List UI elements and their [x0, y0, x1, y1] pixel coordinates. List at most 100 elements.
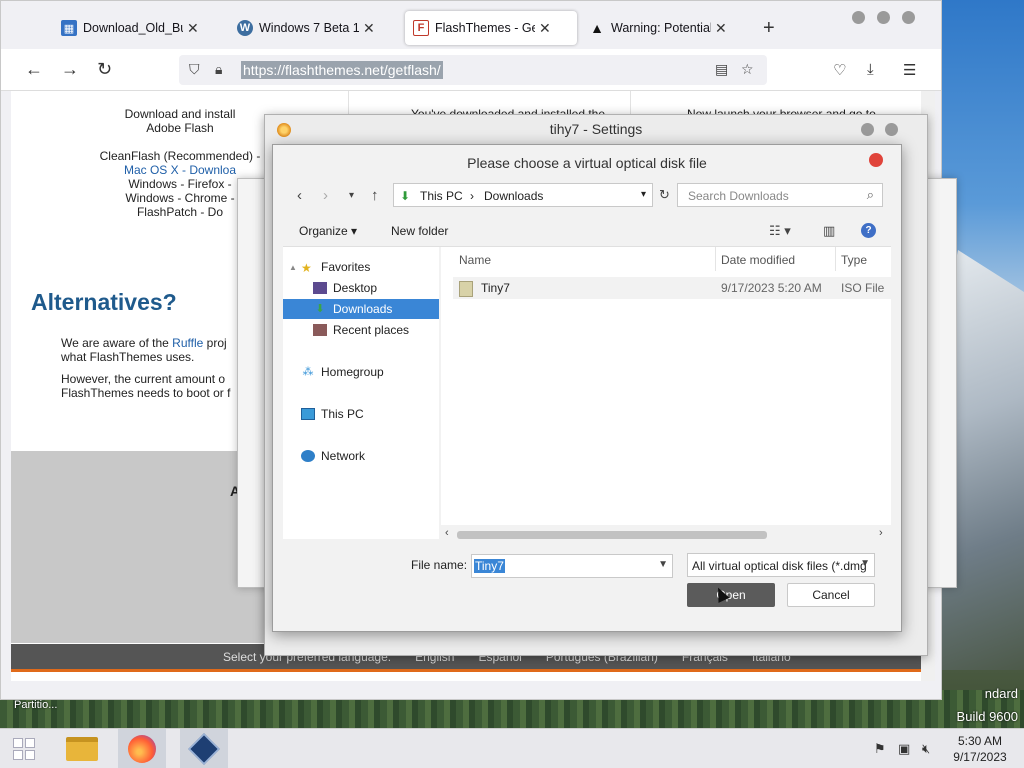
file-type-filter-value: All virtual optical disk files (*.dmg [692, 559, 867, 573]
flag-icon[interactable]: ⚑ [874, 741, 886, 757]
recent-locations-icon[interactable]: ▾ [349, 190, 354, 201]
nav-label: Network [321, 449, 366, 463]
nav-label: Favorites [321, 260, 371, 274]
search-input[interactable]: Search Downloads ⌕ [677, 183, 883, 207]
close-window-button[interactable] [902, 11, 915, 24]
lock-icon[interactable]: 🔒︎ [215, 61, 222, 78]
new-folder-button[interactable]: New folder [391, 224, 448, 238]
settings-close-button[interactable] [885, 123, 898, 136]
taskbar-virtualbox[interactable] [180, 729, 228, 768]
nav-label: Desktop [333, 281, 378, 295]
search-icon[interactable]: ⌕ [867, 187, 874, 203]
file-row[interactable]: Tiny7 9/17/2023 5:20 AM ISO File [453, 277, 891, 299]
bookmark-star-icon[interactable]: ☆ [741, 61, 754, 78]
watermark-edition: ndard [984, 686, 1018, 701]
refresh-icon[interactable]: ↻ [659, 187, 670, 203]
pocket-icon[interactable]: ♡ [833, 61, 846, 79]
maximize-button[interactable] [877, 11, 890, 24]
open-button[interactable]: Open [687, 583, 775, 607]
nav-this-pc[interactable]: This PC [283, 404, 439, 424]
system-clock[interactable]: 5:30 AM 9/17/2023 [950, 733, 1010, 765]
up-arrow-icon[interactable]: ↑ [371, 187, 379, 204]
nav-downloads[interactable]: ⬇ Downloads [283, 299, 439, 319]
nav-label: Downloads [333, 302, 393, 316]
nav-favorites[interactable]: ★ Favorites [283, 257, 439, 277]
file-date: 9/17/2023 5:20 AM [721, 281, 822, 295]
close-icon[interactable]: ✕ [539, 20, 551, 37]
menu-icon[interactable]: ☰ [903, 61, 916, 79]
start-button[interactable] [0, 729, 48, 768]
nav-label: This PC [321, 407, 364, 421]
forward-arrow-icon[interactable]: › [323, 187, 328, 204]
nav-recent-places[interactable]: Recent places [283, 320, 439, 340]
preview-pane-icon[interactable]: ▥ [823, 223, 835, 239]
new-tab-button[interactable]: + [763, 17, 775, 40]
text: proj [203, 336, 227, 350]
close-icon[interactable]: ✕ [363, 20, 375, 37]
column-date-modified[interactable]: Date modified [721, 253, 795, 267]
file-name-value[interactable]: Tiny7 [474, 559, 505, 573]
taskbar-firefox[interactable] [118, 729, 166, 768]
horizontal-scrollbar[interactable]: ‹ › [441, 527, 891, 543]
minimize-button[interactable] [852, 11, 865, 24]
reader-view-icon[interactable]: ▤ [715, 61, 728, 78]
back-arrow-icon[interactable]: ‹ [297, 187, 302, 204]
ruffle-link[interactable]: Ruffle [172, 336, 203, 350]
nav-homegroup[interactable]: ⁂ Homegroup [283, 362, 439, 382]
network-icon [301, 450, 315, 462]
chevron-down-icon[interactable]: ▼ [658, 559, 668, 570]
network-status-icon[interactable]: ▣ [898, 741, 910, 757]
column-name[interactable]: Name [459, 253, 491, 267]
reload-icon[interactable]: ↻ [97, 59, 112, 80]
column-type[interactable]: Type [841, 253, 867, 267]
text: what FlashThemes uses. [61, 350, 195, 364]
file-name: Tiny7 [481, 281, 510, 295]
tab-windows7-beta[interactable]: W Windows 7 Beta 1 7000 ✕ [229, 11, 401, 45]
recent-places-icon [313, 324, 327, 336]
tab-label: Windows 7 Beta 1 7000 [259, 21, 359, 35]
address-downloads[interactable]: Downloads [484, 189, 543, 203]
scrollbar-thumb[interactable] [457, 531, 767, 539]
settings-minimize-button[interactable] [861, 123, 874, 136]
address-bar[interactable]: ⬇ This PC › Downloads ▾ [393, 183, 653, 207]
back-arrow-icon[interactable]: ← [25, 59, 43, 80]
forward-arrow-icon[interactable]: → [61, 59, 79, 80]
flashthemes-icon: F [413, 20, 429, 36]
help-icon[interactable]: ? [861, 223, 876, 238]
url-text[interactable]: https://flashthemes.net/getflash/ [241, 61, 443, 79]
shield-icon[interactable]: ⛉ [189, 61, 200, 78]
url-bar[interactable]: ⛉ 🔒︎ https://flashthemes.net/getflash/ ▤… [179, 55, 767, 85]
star-icon: ★ [301, 261, 312, 275]
chevron-down-icon[interactable]: ▾ [641, 189, 646, 200]
download-icon[interactable]: ⤓ [867, 61, 874, 78]
nav-label: Recent places [333, 323, 410, 337]
iso-file-icon [459, 281, 473, 297]
volume-muted-icon[interactable]: 🔇︎ [922, 741, 930, 757]
file-list: Name Date modified Type Tiny7 9/17/2023 … [441, 247, 891, 525]
downloads-folder-icon: ⬇ [400, 189, 411, 203]
nav-desktop[interactable]: Desktop [283, 278, 439, 298]
chevron-down-icon[interactable]: ▼ [860, 558, 870, 569]
clock-time: 5:30 AM [957, 734, 1003, 748]
tab-flashthemes[interactable]: F FlashThemes - Get Flash ✕ [405, 11, 577, 45]
dialog-close-button[interactable] [869, 153, 883, 167]
close-icon[interactable]: ✕ [715, 20, 727, 37]
tab-security-warning[interactable]: ▲ Warning: Potential Security Risk ✕ [581, 11, 753, 45]
cancel-button[interactable]: Cancel [787, 583, 875, 607]
file-name-input[interactable]: Tiny7 ▼ [471, 554, 673, 578]
scroll-right-icon[interactable]: › [879, 527, 883, 539]
scroll-left-icon[interactable]: ‹ [445, 527, 449, 539]
column-separator[interactable] [715, 247, 716, 271]
nav-network[interactable]: Network [283, 446, 439, 466]
file-type-filter[interactable]: All virtual optical disk files (*.dmg ▼ [687, 553, 875, 577]
close-icon[interactable]: ✕ [187, 20, 199, 37]
navigation-pane: ▲ ★ Favorites Desktop ⬇ Downloads Recent… [283, 247, 439, 539]
address-this-pc[interactable]: This PC [420, 189, 463, 203]
search-placeholder: Search Downloads [688, 189, 789, 203]
view-options-icon[interactable]: ☷ ▾ [769, 223, 791, 239]
taskbar-file-explorer[interactable] [58, 729, 106, 768]
organize-button[interactable]: Organize ▾ [299, 224, 357, 238]
tab-download-old-builds[interactable]: ▦ Download_Old_Builds ✕ [53, 11, 225, 45]
nav-label: Homegroup [321, 365, 384, 379]
column-separator[interactable] [835, 247, 836, 271]
